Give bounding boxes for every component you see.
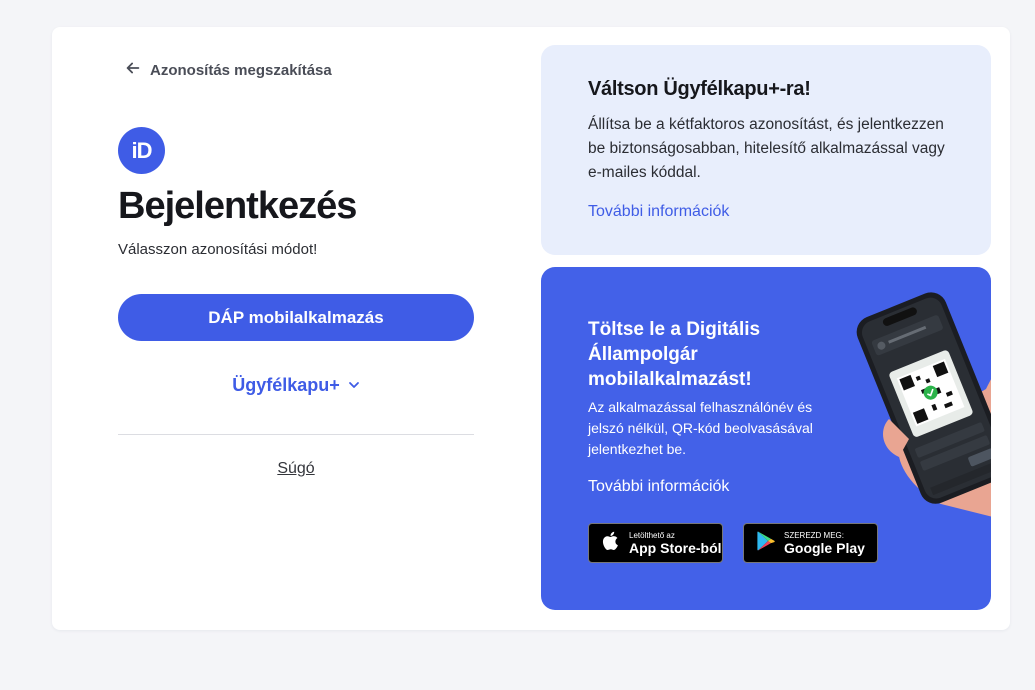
page-title: Bejelentkezés — [118, 185, 357, 227]
ugyfelkapu-dropdown[interactable]: Ügyfélkapu+ — [118, 375, 474, 396]
google-play-small-text: SZEREZD MEG: — [784, 530, 845, 540]
google-play-text: SZEREZD MEG: Google Play — [784, 531, 865, 556]
divider — [118, 434, 474, 435]
google-play-icon — [754, 529, 778, 558]
back-link[interactable]: Azonosítás megszakítása — [124, 59, 332, 81]
ugyfelkapu-label: Ügyfélkapu+ — [232, 375, 340, 395]
app-promo-panel: Töltse le a Digitális Állampolgár mobila… — [541, 267, 991, 610]
app-logo: iD — [118, 127, 165, 174]
promo-title: Töltse le a Digitális Állampolgár mobila… — [588, 319, 761, 390]
info-more-link[interactable]: További információk — [588, 203, 729, 221]
app-store-text: Letölthető az App Store-ból — [629, 531, 722, 556]
google-play-button[interactable]: SZEREZD MEG: Google Play — [743, 523, 878, 563]
ugyfelkapu-info-panel: Váltson Ügyfélkapu+-ra! Állítsa be a két… — [541, 45, 991, 255]
chevron-down-icon — [348, 375, 360, 396]
page-subtitle: Válasszon azonosítási módot! — [118, 241, 318, 258]
google-play-big-text: Google Play — [784, 539, 865, 556]
info-title: Váltson Ügyfélkapu+-ra! — [588, 78, 811, 100]
apple-icon — [599, 529, 623, 558]
back-link-label: Azonosítás megszakítása — [150, 61, 332, 79]
promo-body: Az alkalmazással felhasználónév és jelsz… — [588, 399, 813, 457]
app-store-big-text: App Store-ból — [629, 539, 722, 556]
app-store-button[interactable]: Letölthető az App Store-ból — [588, 523, 723, 563]
help-link[interactable]: Súgó — [118, 460, 474, 478]
info-body: Állítsa be a kétfaktoros azonosítást, és… — [588, 116, 945, 181]
dap-app-button[interactable]: DÁP mobilalkalmazás — [118, 294, 474, 341]
login-card: Azonosítás megszakítása iD Bejelentkezés… — [52, 27, 1010, 630]
phone-illustration — [851, 289, 991, 519]
app-store-small-text: Letölthető az — [629, 530, 675, 540]
logo-text: iD — [131, 137, 153, 163]
arrow-left-icon — [124, 59, 142, 81]
promo-more-link[interactable]: További információk — [588, 478, 729, 496]
